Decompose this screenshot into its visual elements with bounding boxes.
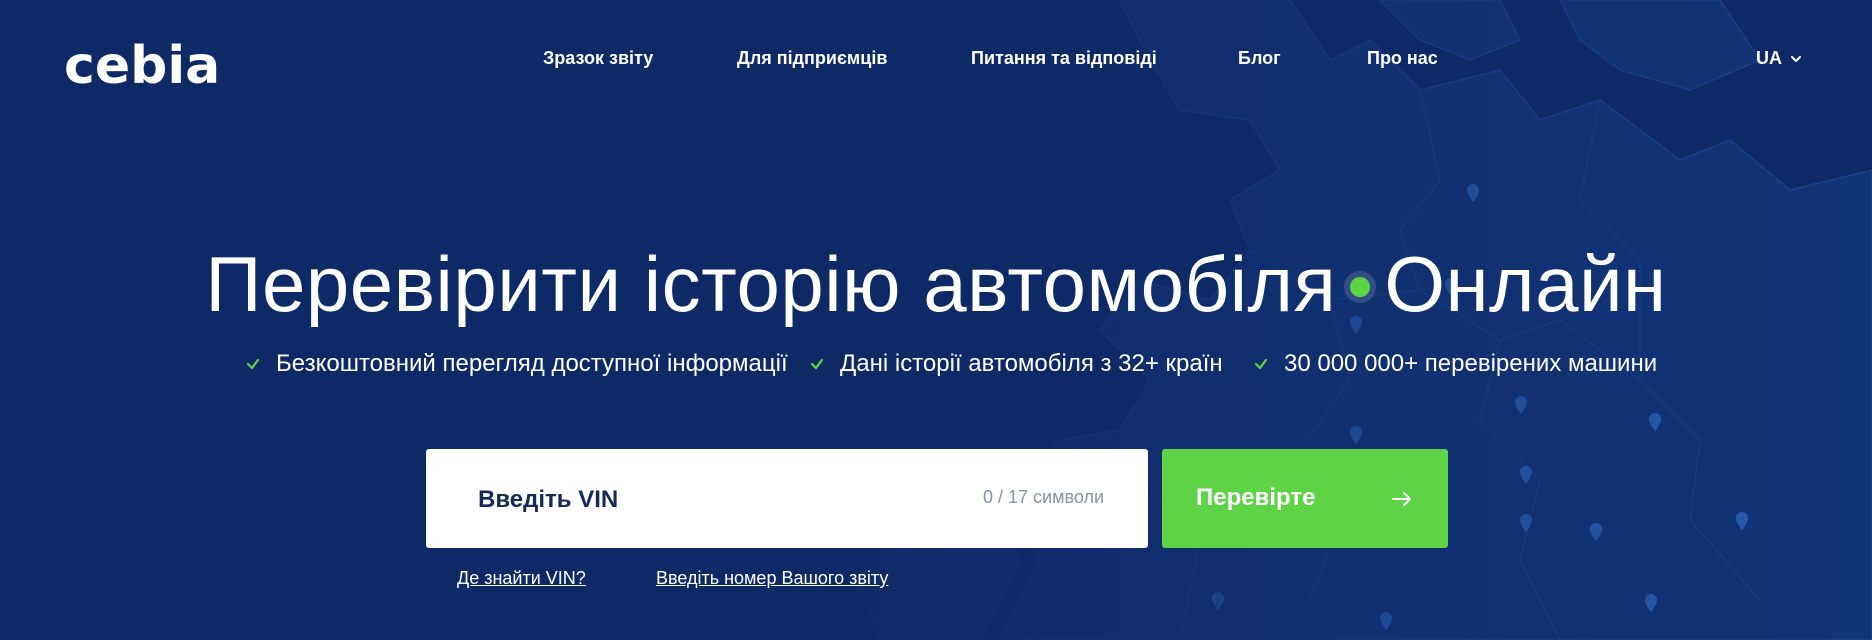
feature-item: Безкоштовний перегляд доступної інформац… (246, 350, 788, 378)
check-icon (810, 358, 824, 370)
feature-text: 30 000 000+ перевірених машини (1284, 350, 1658, 377)
site-header: cebia Зразок звіту Для підприємців Питан… (0, 0, 1872, 120)
nav-item-for-business[interactable]: Для підприємців (737, 48, 887, 69)
cebia-logo[interactable]: cebia (64, 30, 220, 102)
feature-text: Дані історії автомобіля з 32+ країн (840, 350, 1223, 377)
feature-list: Безкоштовний перегляд доступної інформац… (0, 350, 1872, 380)
nav-item-blog[interactable]: Блог (1238, 48, 1281, 69)
nav-item-sample-report[interactable]: Зразок звіту (543, 48, 653, 69)
hero-title-highlight: Онлайн (1384, 240, 1667, 328)
check-icon (246, 358, 260, 370)
feature-item: Дані історії автомобіля з 32+ країн (810, 350, 1223, 378)
arrow-right-icon (1392, 492, 1411, 506)
nav-item-about[interactable]: Про нас (1367, 48, 1438, 69)
language-selector[interactable]: UA (1756, 48, 1802, 69)
check-icon (1254, 358, 1268, 370)
hero-title: Перевірити історію автомобіля Онлайн (0, 236, 1872, 332)
character-counter: 0 / 17 символи (983, 487, 1104, 507)
vin-input[interactable] (476, 449, 950, 550)
where-to-find-vin-link[interactable]: Де знайти VIN? (457, 568, 586, 589)
feature-item: 30 000 000+ перевірених машини (1254, 350, 1657, 378)
language-label: UA (1756, 48, 1782, 68)
check-button[interactable]: Перевірте (1162, 449, 1448, 548)
vin-search-box: 0 / 17 символи (426, 449, 1148, 550)
enter-report-number-link[interactable]: Введіть номер Вашого звіту (656, 568, 888, 589)
feature-text: Безкоштовний перегляд доступної інформац… (276, 350, 788, 377)
check-button-label: Перевірте (1196, 484, 1316, 511)
nav-item-faq[interactable]: Питання та відповіді (971, 48, 1157, 69)
green-dot-icon (1344, 271, 1377, 304)
hero-title-main: Перевірити історію автомобіля (205, 240, 1337, 328)
chevron-down-icon (1791, 55, 1801, 62)
